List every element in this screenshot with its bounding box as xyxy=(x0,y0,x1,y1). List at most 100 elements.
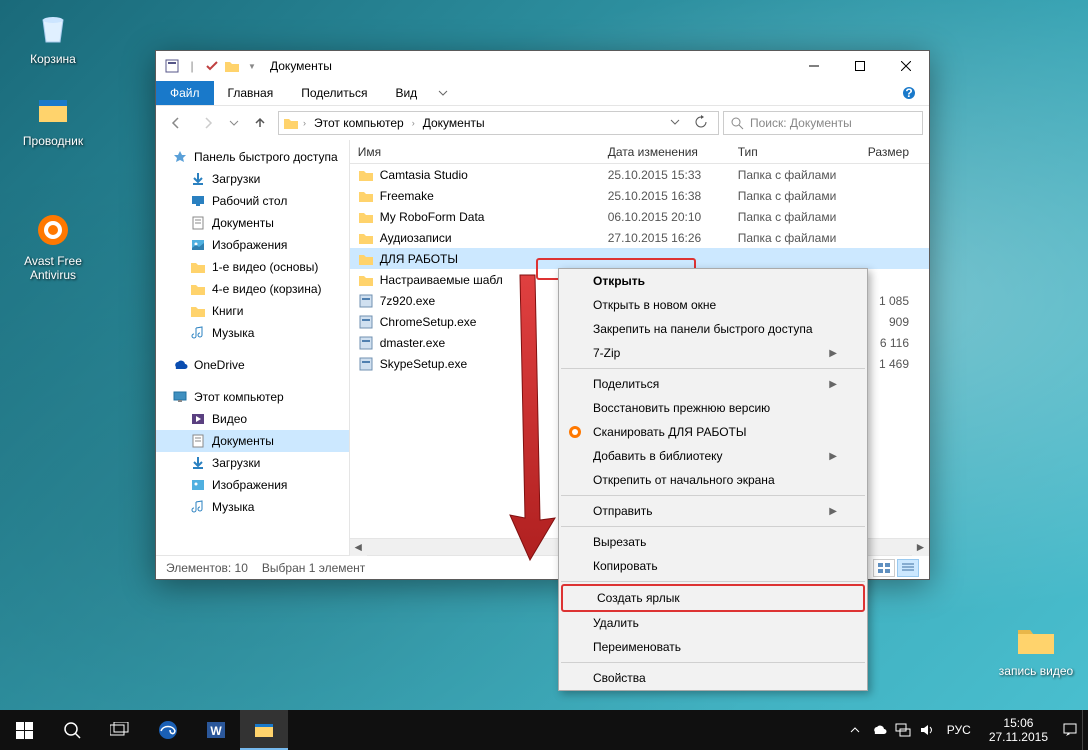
nav-music-pc[interactable]: Музыка xyxy=(156,496,349,518)
explorer-taskbar-button[interactable] xyxy=(240,710,288,750)
props-icon[interactable] xyxy=(164,58,180,74)
up-button[interactable] xyxy=(246,111,274,135)
file-row[interactable]: My RoboForm Data06.10.2015 20:10Папка с … xyxy=(350,206,929,227)
addr-dropdown-icon[interactable] xyxy=(666,116,684,130)
ctx-item[interactable]: Создать ярлык xyxy=(563,586,863,610)
forward-button[interactable] xyxy=(194,111,222,135)
tab-file[interactable]: Файл xyxy=(156,81,214,105)
ctx-item[interactable]: Закрепить на панели быстрого доступа xyxy=(559,317,867,341)
address-field[interactable]: › Этот компьютер › Документы xyxy=(278,111,719,135)
ribbon-expand-icon[interactable] xyxy=(431,81,455,105)
maximize-button[interactable] xyxy=(837,51,883,81)
folder-record-video[interactable]: запись видео xyxy=(998,620,1074,678)
scroll-right-icon[interactable]: ► xyxy=(912,539,929,556)
tray-network-icon[interactable] xyxy=(891,710,915,750)
ctx-item[interactable]: Добавить в библиотеку▶ xyxy=(559,444,867,468)
chevron-right-icon[interactable]: › xyxy=(303,118,306,128)
view-large-button[interactable] xyxy=(873,559,895,577)
nav-pictures-pc[interactable]: Изображения xyxy=(156,474,349,496)
qat-dropdown-icon[interactable]: ▼ xyxy=(244,58,260,74)
chevron-right-icon[interactable]: › xyxy=(412,118,415,128)
titlebar[interactable]: | ▼ Документы xyxy=(156,51,929,81)
nav-downloads-pc[interactable]: Загрузки xyxy=(156,452,349,474)
nav-books[interactable]: Книги xyxy=(156,300,349,322)
word-button[interactable]: W xyxy=(192,710,240,750)
back-button[interactable] xyxy=(162,111,190,135)
tab-share[interactable]: Поделиться xyxy=(287,81,381,105)
ctx-item[interactable]: Вырезать xyxy=(559,530,867,554)
nav-downloads[interactable]: Загрузки xyxy=(156,168,349,190)
col-date[interactable]: Дата изменения xyxy=(600,145,730,159)
tray-volume-icon[interactable] xyxy=(915,710,939,750)
file-row[interactable]: Аудиозаписи27.10.2015 16:26Папка с файла… xyxy=(350,227,929,248)
nav-documents[interactable]: Документы xyxy=(156,212,349,234)
start-button[interactable] xyxy=(0,710,48,750)
col-size[interactable]: Размер xyxy=(860,145,929,159)
tray-up-icon[interactable] xyxy=(843,710,867,750)
clock[interactable]: 15:0627.11.2015 xyxy=(979,716,1058,745)
task-view-button[interactable] xyxy=(96,710,144,750)
folder-icon xyxy=(283,116,299,130)
col-type[interactable]: Тип xyxy=(730,145,860,159)
refresh-icon[interactable] xyxy=(688,115,714,132)
nav-desktop[interactable]: Рабочий стол xyxy=(156,190,349,212)
nav-documents-pc[interactable]: Документы xyxy=(156,430,349,452)
action-center-icon[interactable] xyxy=(1058,710,1082,750)
recycle-bin-icon[interactable]: Корзина xyxy=(15,8,91,66)
ctx-item[interactable]: Сканировать ДЛЯ РАБОТЫ xyxy=(559,420,867,444)
minimize-button[interactable] xyxy=(791,51,837,81)
nav-video4[interactable]: 4-е видео (корзина) xyxy=(156,278,349,300)
ctx-item[interactable]: Открыть в новом окне xyxy=(559,293,867,317)
explorer-shortcut-icon[interactable]: Проводник xyxy=(15,90,91,148)
history-dropdown-icon[interactable] xyxy=(226,111,242,135)
avast-icon xyxy=(567,424,583,440)
file-row[interactable]: Freemake25.10.2015 16:38Папка с файлами xyxy=(350,185,929,206)
search-input[interactable]: Поиск: Документы xyxy=(723,111,923,135)
ctx-item[interactable]: Переименовать xyxy=(559,635,867,659)
exe-icon xyxy=(358,293,374,309)
show-desktop-button[interactable] xyxy=(1082,710,1088,750)
tab-home[interactable]: Главная xyxy=(214,81,288,105)
view-details-button[interactable] xyxy=(897,559,919,577)
nav-onedrive[interactable]: OneDrive xyxy=(156,354,349,376)
folder-icon xyxy=(358,272,374,288)
ctx-item[interactable]: Восстановить прежнюю версию xyxy=(559,396,867,420)
col-name[interactable]: Имя xyxy=(350,145,600,159)
address-bar: › Этот компьютер › Документы Поиск: Доку… xyxy=(156,106,929,140)
ctx-item[interactable]: Отправить▶ xyxy=(559,499,867,523)
nav-this-pc[interactable]: Этот компьютер xyxy=(156,386,349,408)
nav-videos[interactable]: Видео xyxy=(156,408,349,430)
nav-quick-access[interactable]: Панель быстрого доступа xyxy=(156,146,349,168)
ctx-item[interactable]: Открепить от начального экрана xyxy=(559,468,867,492)
nav-pictures[interactable]: Изображения xyxy=(156,234,349,256)
ctx-item[interactable]: Открыть xyxy=(559,269,867,293)
breadcrumb-docs[interactable]: Документы xyxy=(419,116,489,130)
search-icon xyxy=(730,116,744,130)
lang-indicator[interactable]: РУС xyxy=(939,723,979,737)
ctx-item[interactable]: Свойства xyxy=(559,666,867,690)
close-button[interactable] xyxy=(883,51,929,81)
file-row[interactable]: ДЛЯ РАБОТЫ xyxy=(350,248,929,269)
ctx-item[interactable]: Удалить xyxy=(559,611,867,635)
ctx-item[interactable]: Копировать xyxy=(559,554,867,578)
edge-button[interactable] xyxy=(144,710,192,750)
qat-separator: | xyxy=(184,58,200,74)
tab-view[interactable]: Вид xyxy=(381,81,431,105)
nav-video1[interactable]: 1-е видео (основы) xyxy=(156,256,349,278)
scroll-left-icon[interactable]: ◄ xyxy=(350,539,367,556)
chevron-right-icon: ▶ xyxy=(829,506,837,517)
folder-icon xyxy=(358,230,374,246)
ctx-item[interactable]: 7-Zip▶ xyxy=(559,341,867,365)
tray-onedrive-icon[interactable] xyxy=(867,710,891,750)
nav-music[interactable]: Музыка xyxy=(156,322,349,344)
search-button[interactable] xyxy=(48,710,96,750)
file-row[interactable]: Camtasia Studio25.10.2015 15:33Папка с ф… xyxy=(350,164,929,185)
checkmark-icon[interactable] xyxy=(204,58,220,74)
chevron-right-icon: ▶ xyxy=(829,348,837,359)
avast-icon[interactable]: Avast Free Antivirus xyxy=(15,210,91,283)
help-icon[interactable]: ? xyxy=(897,81,921,105)
breadcrumb-pc[interactable]: Этот компьютер xyxy=(310,116,408,130)
svg-text:?: ? xyxy=(905,86,912,100)
folder-qat-icon[interactable] xyxy=(224,58,240,74)
ctx-item[interactable]: Поделиться▶ xyxy=(559,372,867,396)
